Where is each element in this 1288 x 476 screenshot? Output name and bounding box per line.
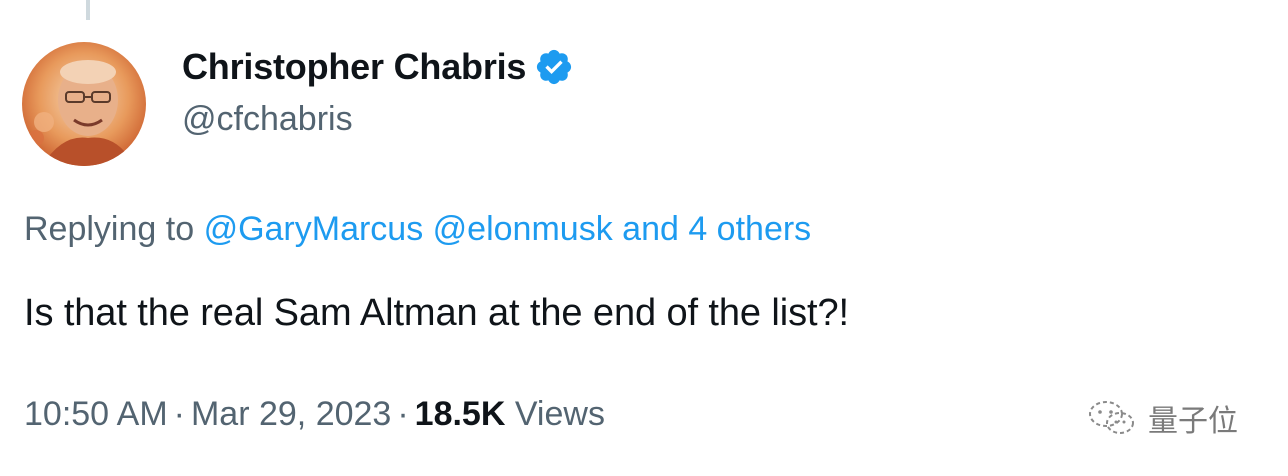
meta-separator: · xyxy=(397,395,409,433)
views-label: Views xyxy=(514,395,605,433)
thread-connector-line xyxy=(86,0,90,20)
mention-others-link[interactable]: and 4 others xyxy=(622,210,811,248)
views-count: 18.5K xyxy=(414,395,506,433)
avatar-image xyxy=(22,42,146,166)
watermark-text: 量子位 xyxy=(1148,404,1238,439)
tweet-date[interactable]: Mar 29, 2023 xyxy=(191,395,391,433)
verified-badge-icon xyxy=(534,47,574,87)
meta-separator: · xyxy=(173,395,185,433)
avatar[interactable] xyxy=(22,42,146,166)
author-name-row: Christopher Chabris xyxy=(182,46,574,88)
mention-link-elonmusk[interactable]: @elonmusk xyxy=(433,210,613,248)
tweet-time[interactable]: 10:50 AM xyxy=(24,395,168,433)
watermark: 量子位 xyxy=(1084,396,1238,440)
replying-to-line: Replying to @GaryMarcus @elonmusk and 4 … xyxy=(24,210,811,249)
tweet-text: Is that the real Sam Altman at the end o… xyxy=(24,292,849,334)
author-display-name[interactable]: Christopher Chabris xyxy=(182,46,526,88)
wechat-icon xyxy=(1084,396,1142,440)
author-handle[interactable]: @cfchabris xyxy=(182,100,353,139)
replying-prefix: Replying to xyxy=(24,210,195,248)
tweet-metadata: 10:50 AM · Mar 29, 2023 · 18.5K Views xyxy=(24,395,605,434)
mention-link-garymarcus[interactable]: @GaryMarcus xyxy=(204,210,424,248)
